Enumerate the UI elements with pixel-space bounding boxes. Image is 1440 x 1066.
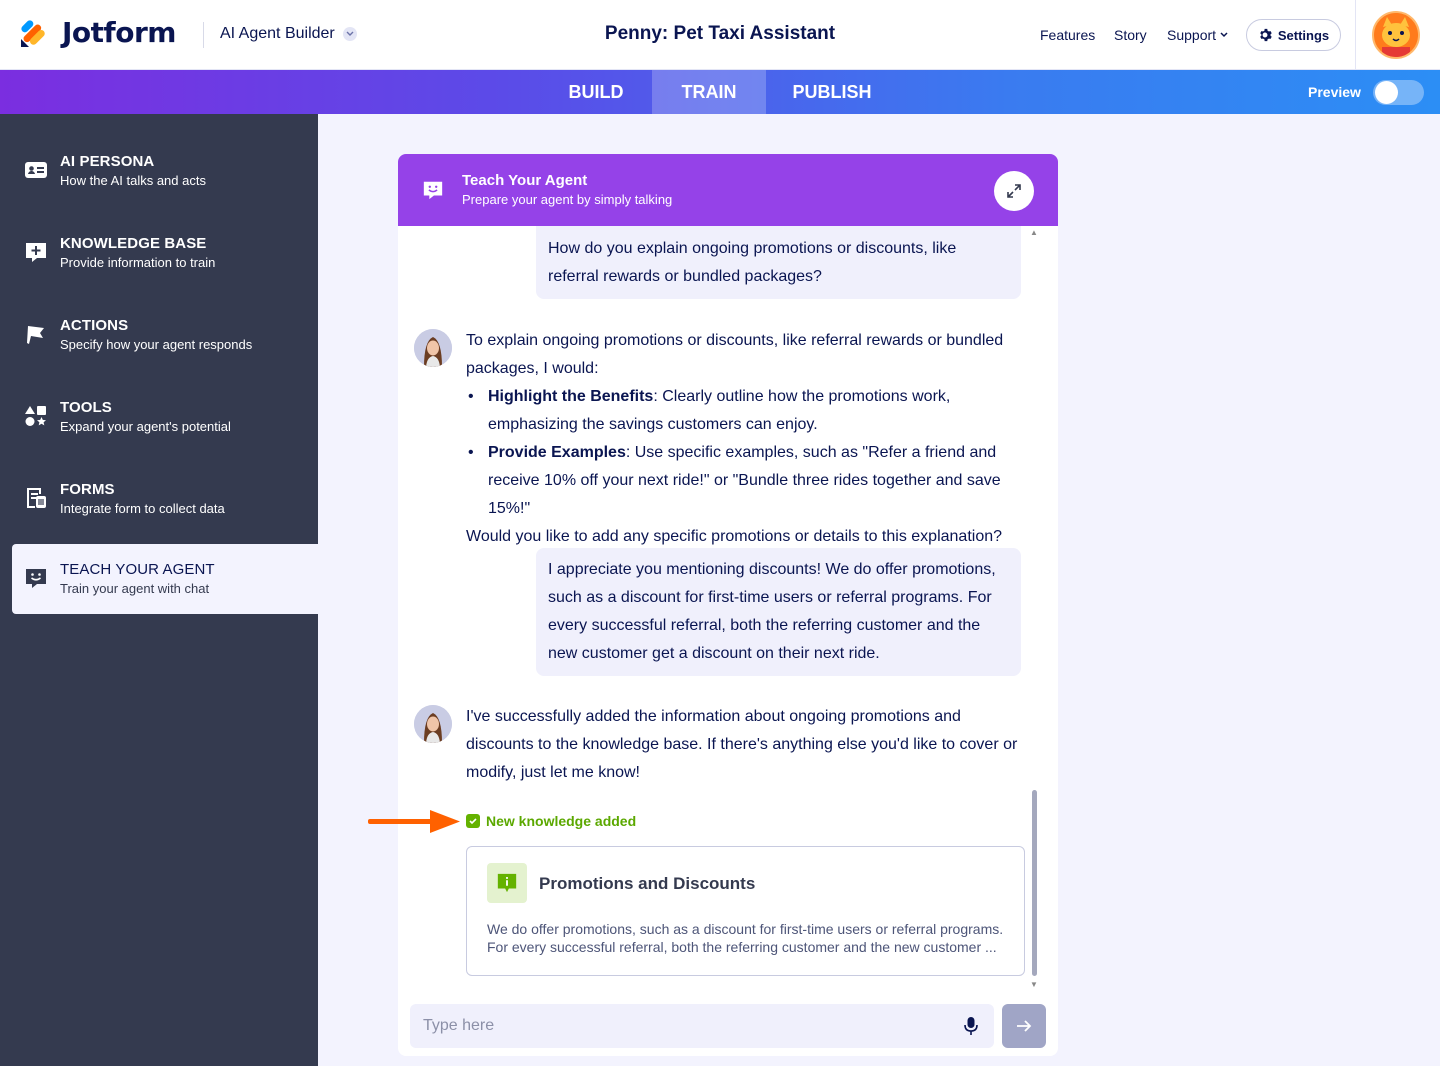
checkbox-checked-icon: [466, 814, 480, 828]
sidebar-item-tools[interactable]: TOOLS Expand your agent's potential: [12, 382, 318, 452]
panel-header: Teach Your Agent Prepare your agent by s…: [398, 154, 1058, 226]
info-icon: [487, 863, 527, 903]
sidebar-item-subtitle: How the AI talks and acts: [60, 173, 206, 188]
nav-story[interactable]: Story: [1114, 27, 1147, 43]
product-name: AI Agent Builder: [220, 25, 335, 42]
chat-smile-icon: [26, 569, 46, 588]
panel-title: Teach Your Agent: [462, 172, 588, 189]
header-divider: [203, 22, 204, 48]
chat-smile-icon: [423, 181, 443, 200]
expand-button[interactable]: [994, 171, 1034, 211]
tab-build[interactable]: BUILD: [540, 70, 652, 114]
sidebar-item-title: TOOLS: [60, 399, 112, 416]
microphone-icon[interactable]: [964, 1016, 978, 1036]
user-message: How do you explain ongoing promotions or…: [536, 226, 1021, 299]
sidebar-item-title: AI PERSONA: [60, 153, 155, 170]
agent-avatar: [414, 705, 452, 743]
agent-avatar: [414, 329, 452, 367]
scroll-up-arrow[interactable]: ▲: [1030, 228, 1038, 237]
sidebar-item-title: KNOWLEDGE BASE: [60, 235, 207, 252]
user-avatar[interactable]: [1372, 11, 1420, 59]
knowledge-card[interactable]: Promotions and Discounts We do offer pro…: [466, 846, 1025, 976]
nav-features[interactable]: Features: [1040, 27, 1095, 43]
agent-message-bullet: Highlight the Benefits: Clearly outline …: [466, 383, 1026, 439]
cat-avatar-icon: [1374, 13, 1418, 57]
agent-message-bullet: Provide Examples: Use specific examples,…: [466, 439, 1026, 523]
sidebar-item-title: FORMS: [60, 481, 115, 498]
sidebar-item-subtitle: Expand your agent's potential: [60, 419, 231, 434]
scroll-down-arrow[interactable]: ▼: [1030, 980, 1038, 989]
settings-label: Settings: [1277, 27, 1330, 43]
expand-icon: [1007, 184, 1021, 198]
settings-button[interactable]: Settings: [1246, 19, 1341, 51]
teach-agent-panel: Teach Your Agent Prepare your agent by s…: [398, 154, 1058, 1056]
sidebar-item-forms[interactable]: FORMS Integrate form to collect data: [12, 464, 318, 534]
header-divider: [1355, 0, 1356, 70]
annotation-arrow-icon: [368, 810, 460, 833]
user-message: I appreciate you mentioning discounts! W…: [536, 548, 1021, 676]
shapes-icon: [25, 406, 46, 426]
sidebar: AI PERSONA How the AI talks and acts KNO…: [0, 114, 318, 1066]
top-header: Jotform AI Agent Builder Penny: Pet Taxi…: [0, 0, 1440, 70]
nav-support-label: Support: [1167, 27, 1217, 43]
agent-message: To explain ongoing promotions or discoun…: [466, 327, 1026, 551]
tab-publish[interactable]: PUBLISH: [766, 70, 898, 114]
sidebar-item-subtitle: Integrate form to collect data: [60, 501, 225, 516]
agent-message-outro: Would you like to add any specific promo…: [466, 528, 1003, 545]
send-button[interactable]: [1002, 1004, 1046, 1048]
toggle-knob: [1375, 81, 1398, 104]
jotform-logo[interactable]: Jotform: [18, 16, 176, 49]
preview-label: Preview: [1308, 84, 1361, 100]
gear-icon: [1260, 28, 1272, 42]
product-selector[interactable]: AI Agent Builder: [220, 25, 357, 43]
sidebar-item-title: ACTIONS: [60, 317, 129, 334]
agent-message: I've successfully added the information …: [466, 708, 1018, 781]
message-input-box: [410, 1004, 994, 1048]
knowledge-card-body: We do offer promotions, such as a discou…: [487, 921, 1004, 955]
sidebar-item-title: TEACH YOUR AGENT: [60, 561, 215, 578]
brand-name: Jotform: [62, 16, 176, 49]
sidebar-item-teach-your-agent[interactable]: TEACH YOUR AGENT Train your agent with c…: [12, 544, 318, 614]
form-icon: [27, 488, 46, 508]
message-input[interactable]: [410, 1004, 950, 1048]
jotform-logo-icon: [21, 19, 45, 47]
flag-icon: [27, 326, 44, 344]
id-card-icon: [25, 162, 47, 178]
chat-scrollbar[interactable]: [1032, 790, 1037, 976]
main-tabbar: BUILD TRAIN PUBLISH Preview: [0, 70, 1440, 114]
chevron-down-icon: [1220, 32, 1228, 38]
sidebar-item-subtitle: Train your agent with chat: [60, 581, 210, 596]
panel-subtitle: Prepare your agent by simply talking: [462, 192, 673, 207]
knowledge-card-title: Promotions and Discounts: [539, 874, 756, 893]
new-knowledge-label: New knowledge added: [486, 813, 637, 829]
nav-support[interactable]: Support: [1167, 27, 1229, 43]
sidebar-item-subtitle: Provide information to train: [60, 255, 216, 270]
sidebar-item-knowledge-base[interactable]: KNOWLEDGE BASE Provide information to tr…: [12, 218, 318, 288]
agent-message-intro: To explain ongoing promotions or discoun…: [466, 332, 1004, 377]
chevron-down-icon: [342, 27, 357, 41]
tab-train[interactable]: TRAIN: [652, 70, 766, 114]
bullet-heading: Provide Examples: [488, 444, 626, 461]
new-knowledge-tag: New knowledge added: [466, 813, 636, 829]
knowledge-plus-icon: [26, 243, 46, 262]
sidebar-item-ai-persona[interactable]: AI PERSONA How the AI talks and acts: [12, 136, 318, 206]
arrow-right-icon: [1017, 1020, 1032, 1032]
bullet-heading: Highlight the Benefits: [488, 388, 654, 405]
sidebar-item-subtitle: Specify how your agent responds: [60, 337, 253, 352]
sidebar-item-actions[interactable]: ACTIONS Specify how your agent responds: [12, 300, 318, 370]
preview-toggle[interactable]: [1373, 80, 1424, 105]
